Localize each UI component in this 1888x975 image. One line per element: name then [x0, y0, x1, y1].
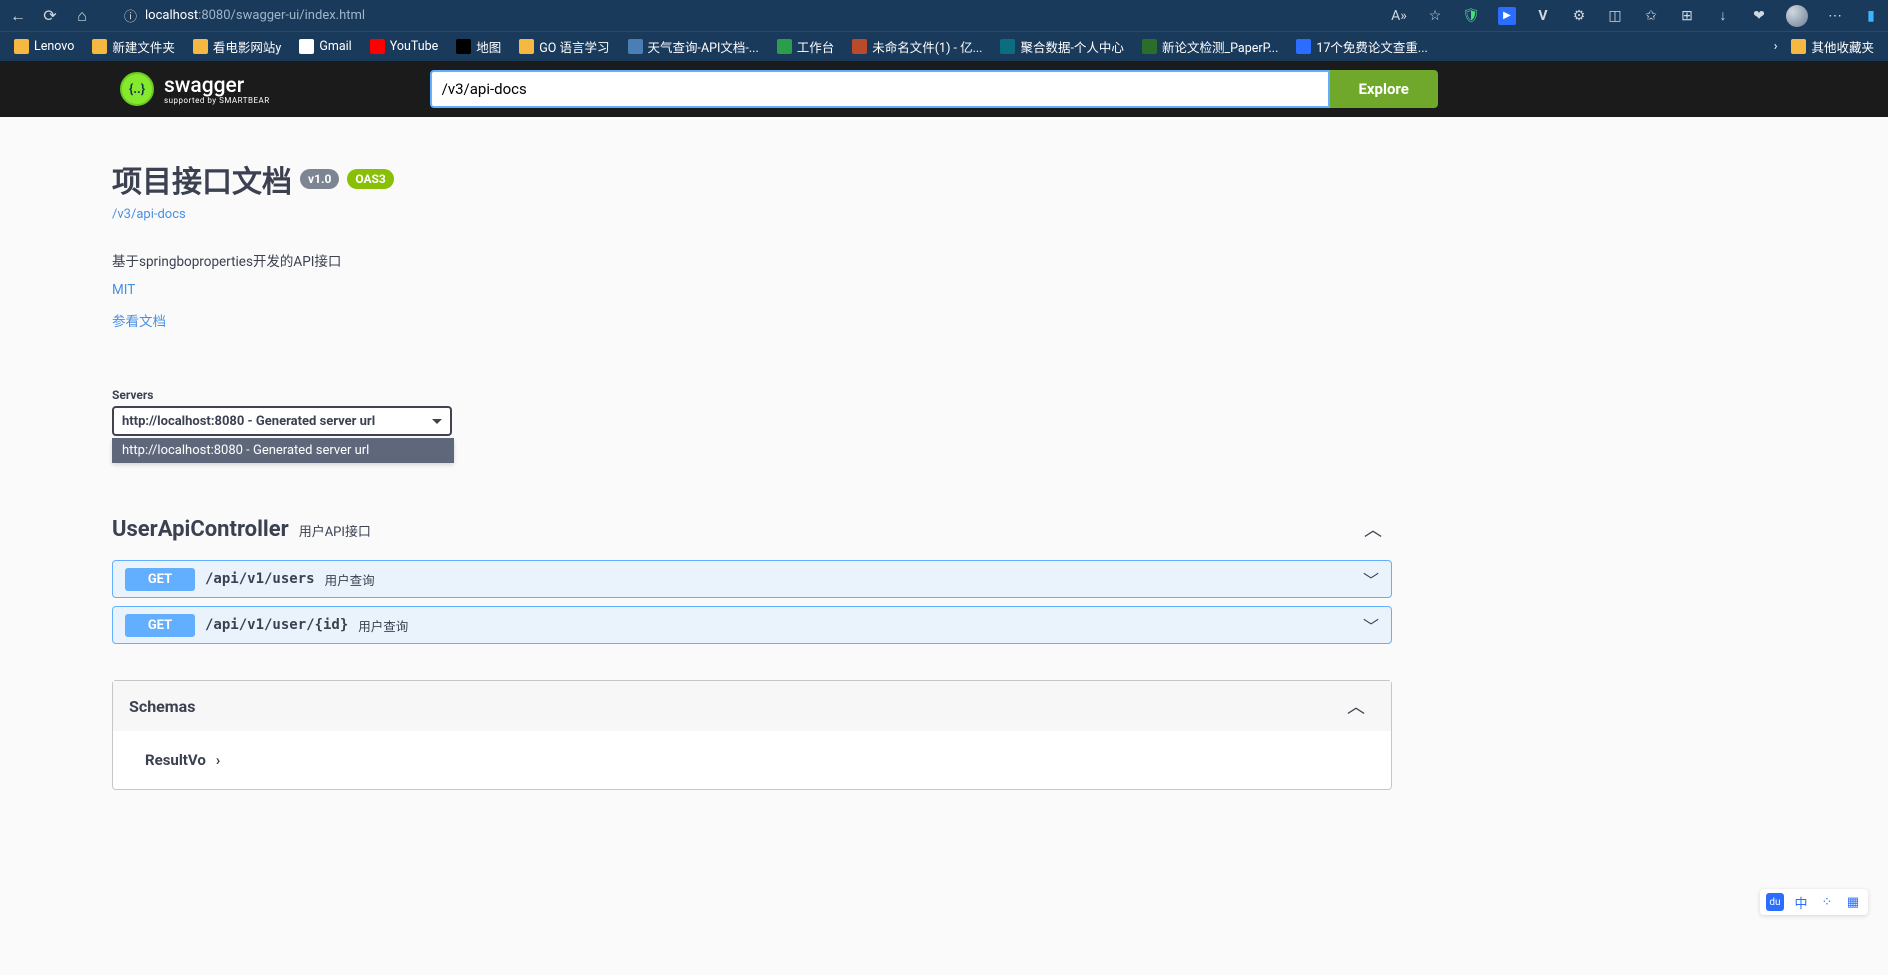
server-dropdown: http://localhost:8080 - Generated server…: [112, 438, 454, 463]
bookmark-icon: [628, 39, 643, 54]
collections-icon[interactable]: ⊞: [1678, 7, 1696, 25]
bookmark-icon: [1142, 39, 1157, 54]
heart-icon[interactable]: ❤: [1750, 7, 1768, 25]
schema-item[interactable]: ResultVo ›: [145, 751, 1359, 769]
external-docs-link[interactable]: 参看文档: [112, 310, 1392, 330]
chrome-right: A» ☆ 🛡 ▶ V ⚙ ◫ ✩ ⊞ ↓ ❤ ⋯ ▮: [1390, 5, 1880, 27]
bookmark-item[interactable]: 新论文检测_PaperP...: [1138, 35, 1282, 58]
address-bar[interactable]: ⓘ localhost:8080/swagger-ui/index.html: [124, 6, 365, 25]
swagger-logo[interactable]: {..} swagger supported by SMARTBEAR: [120, 72, 270, 106]
bookmark-icon: [14, 39, 29, 54]
bookmark-item[interactable]: 未命名文件(1) - 亿...: [848, 35, 986, 58]
star-icon[interactable]: ☆: [1426, 7, 1444, 25]
bookmark-icon: [370, 39, 385, 54]
bookmark-icon: [519, 39, 534, 54]
video-icon[interactable]: ▶: [1498, 7, 1516, 25]
bear-icon[interactable]: du: [1766, 893, 1784, 911]
back-icon[interactable]: ←: [8, 6, 28, 26]
bookmark-item[interactable]: Lenovo: [10, 35, 78, 58]
bookmark-icon: [92, 39, 107, 54]
chevron-down-icon: ﹀: [1363, 567, 1379, 591]
url-host: localhost: [145, 8, 198, 23]
download-icon[interactable]: ↓: [1714, 7, 1732, 25]
bookmark-icon: [777, 39, 792, 54]
server-select[interactable]: http://localhost:8080 - Generated server…: [112, 406, 452, 436]
version-badge: v1.0: [300, 169, 339, 189]
float-tools: du 中 ⁘ ▦: [1760, 889, 1868, 915]
op-description: 用户查询: [358, 616, 408, 635]
op-description: 用户查询: [325, 570, 375, 589]
bookmark-icon: [456, 39, 471, 54]
split-icon[interactable]: ◫: [1606, 7, 1624, 25]
tag-header[interactable]: UserApiController 用户API接口 ︿: [112, 506, 1392, 552]
extension-icon[interactable]: ⚙: [1570, 7, 1588, 25]
bookmark-item[interactable]: 17个免费论文查重...: [1292, 35, 1431, 58]
bookmark-item[interactable]: 聚合数据-个人中心: [996, 35, 1127, 58]
servers-label: Servers: [112, 388, 1392, 402]
chevron-up-icon: ︿: [1364, 516, 1392, 542]
bookmark-icon: [1296, 39, 1311, 54]
bookmark-icon: [299, 39, 314, 54]
more-icon[interactable]: ⋯: [1826, 7, 1844, 25]
shield-icon[interactable]: 🛡: [1462, 7, 1480, 25]
bookmark-item[interactable]: YouTube: [366, 35, 443, 58]
api-docs-link[interactable]: /v3/api-docs: [112, 207, 186, 222]
license-link[interactable]: MIT: [112, 282, 1392, 298]
logo-subtext: supported by SMARTBEAR: [164, 96, 270, 105]
read-aloud-icon[interactable]: A»: [1390, 7, 1408, 25]
swagger-logo-icon: {..}: [120, 72, 154, 106]
tag-name: UserApiController: [112, 517, 289, 542]
overflow-icon[interactable]: ›: [1774, 39, 1778, 54]
bookmark-icon: [193, 39, 208, 54]
bookmark-item[interactable]: GO 语言学习: [515, 35, 613, 58]
logo-text: swagger: [164, 74, 270, 98]
bookmark-item[interactable]: Gmail: [295, 35, 355, 58]
schemas-title: Schemas: [129, 697, 195, 716]
other-bookmarks[interactable]: 其他收藏夹: [1787, 35, 1878, 58]
info-icon[interactable]: ⓘ: [124, 6, 137, 25]
bookmark-icon: [1000, 39, 1015, 54]
browser-chrome: ← ⟳ ⌂ ⓘ localhost:8080/swagger-ui/index.…: [0, 0, 1888, 31]
bookmark-item[interactable]: 工作台: [773, 35, 839, 58]
method-badge: GET: [125, 614, 195, 637]
chevron-up-icon: ︿: [1347, 693, 1375, 719]
favorites-icon[interactable]: ✩: [1642, 7, 1660, 25]
schemas-header[interactable]: Schemas ︿: [113, 681, 1391, 731]
bookmarks-bar: Lenovo 新建文件夹看电影网站y Gmail YouTube 地图 GO 语言学习天气…: [0, 31, 1888, 61]
chevron-down-icon: ﹀: [1363, 613, 1379, 637]
bookmark-item[interactable]: 地图: [452, 35, 505, 58]
operation-block[interactable]: GET /api/v1/user/{id} 用户查询 ﹀: [112, 606, 1392, 644]
method-badge: GET: [125, 568, 195, 591]
sidebar-icon[interactable]: ▮: [1862, 7, 1880, 25]
dots-icon[interactable]: ⁘: [1818, 893, 1836, 911]
bookmark-icon: [852, 39, 867, 54]
oas-badge: OAS3: [347, 169, 394, 189]
bookmark-item[interactable]: 看电影网站y: [189, 35, 285, 58]
bookmark-item[interactable]: 新建文件夹: [88, 35, 179, 58]
tag-description: 用户API接口: [299, 521, 371, 540]
folder-icon: [1791, 39, 1806, 54]
explore-button[interactable]: Explore: [1330, 70, 1438, 108]
operation-block[interactable]: GET /api/v1/users 用户查询 ﹀: [112, 560, 1392, 598]
swagger-header: {..} swagger supported by SMARTBEAR Expl…: [0, 61, 1888, 117]
v-icon[interactable]: V: [1534, 7, 1552, 25]
grid-icon[interactable]: ▦: [1844, 893, 1862, 911]
op-path: /api/v1/user/{id}: [205, 617, 348, 633]
url-path: :8080/swagger-ui/index.html: [198, 8, 365, 23]
refresh-icon[interactable]: ⟳: [40, 6, 60, 26]
op-path: /api/v1/users: [205, 571, 315, 587]
server-option[interactable]: http://localhost:8080 - Generated server…: [112, 438, 454, 463]
bookmark-item[interactable]: 天气查询-API文档-...: [624, 35, 763, 58]
avatar[interactable]: [1786, 5, 1808, 27]
chevron-right-icon: ›: [216, 751, 221, 769]
home-icon[interactable]: ⌂: [72, 6, 92, 26]
api-description: 基于springboproperties开发的API接口: [112, 250, 1392, 270]
api-title: 项目接口文档: [112, 157, 292, 201]
translate-icon[interactable]: 中: [1792, 893, 1810, 911]
explore-input[interactable]: [430, 70, 1330, 108]
